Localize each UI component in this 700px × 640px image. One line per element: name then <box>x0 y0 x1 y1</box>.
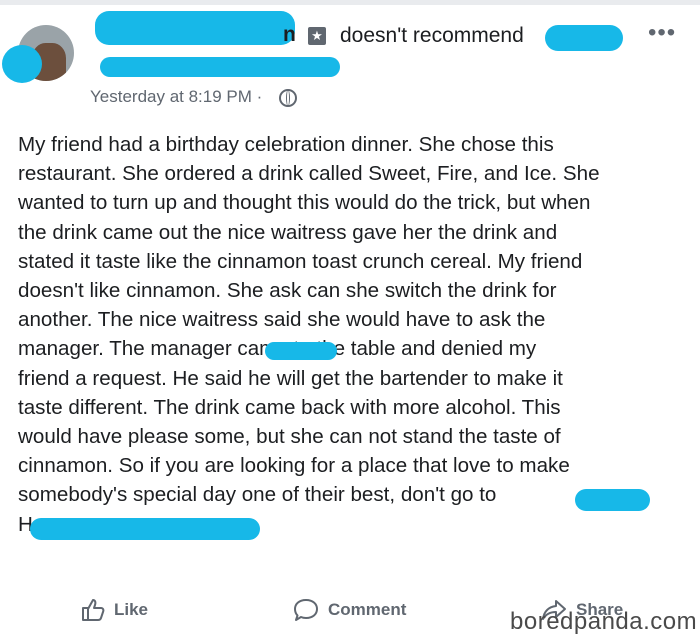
post-body-line: friend a request. He said he will get th… <box>18 366 563 390</box>
post-body-line: the drink came out the nice waitress gav… <box>18 220 558 244</box>
post-body-line: manager. The manager came to the table a… <box>18 337 537 361</box>
post-action-text: doesn't recommend <box>340 24 524 47</box>
post-body-line: doesn't like cinnamon. She ask can she s… <box>18 279 557 303</box>
thumbs-up-icon <box>82 599 105 621</box>
post-body-line: restaurant. She ordered a drink called S… <box>18 162 600 186</box>
comment-button[interactable]: Comment <box>292 590 406 630</box>
author-name[interactable]: n <box>283 23 296 47</box>
post-body: My friend had a birthday celebration din… <box>18 130 698 539</box>
post-body-line: stated it taste like the cinnamon toast … <box>18 249 583 273</box>
redaction-name <box>95 11 295 45</box>
recommend-icon: ★ <box>308 27 326 45</box>
post-body-line: would have please some, but she can not … <box>18 425 561 449</box>
redaction-name-2 <box>100 57 340 77</box>
redaction-restaurant <box>575 489 650 511</box>
watermark: boredpanda.com <box>510 608 698 635</box>
like-button[interactable]: Like <box>80 590 148 630</box>
comment-label: Comment <box>328 600 407 619</box>
redaction-avatar <box>2 45 42 83</box>
post-body-line: My friend had a birthday celebration din… <box>18 133 554 156</box>
comment-bubble-icon <box>294 599 318 621</box>
post-timestamp[interactable]: Yesterday at 8:19 PM · <box>90 87 262 107</box>
redaction-restaurant-2 <box>30 518 260 540</box>
like-label: Like <box>114 600 149 619</box>
post-body-line: another. The nice waitress said she woul… <box>18 308 546 332</box>
redaction-place <box>545 25 623 51</box>
post-body-line: cinnamon. So if you are looking for a pl… <box>18 454 570 478</box>
more-options-icon[interactable]: ••• <box>648 19 676 47</box>
post-body-line: wanted to turn up and thought this would… <box>18 191 591 215</box>
globe-icon <box>279 89 297 107</box>
post-card: n ★ doesn't recommend ••• Yesterday at 8… <box>0 5 700 640</box>
redaction-manager-name <box>265 342 337 360</box>
post-body-line: taste different. The drink came back wit… <box>18 395 561 419</box>
